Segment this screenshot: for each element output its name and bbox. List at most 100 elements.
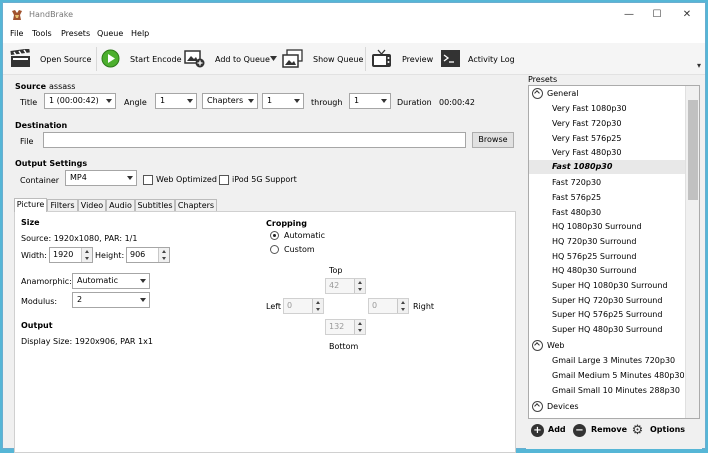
display-size: Display Size: 1920x906, PAR 1x1 — [21, 337, 153, 346]
preview-button[interactable]: Preview — [402, 55, 433, 64]
file-label: File — [20, 137, 34, 146]
close-button[interactable]: ✕ — [673, 7, 701, 23]
ipod-support-checkbox[interactable] — [219, 175, 229, 185]
menu-tools[interactable]: Tools — [32, 29, 52, 38]
anamorphic-select[interactable]: Automatic — [72, 273, 150, 289]
height-label: Height: — [95, 251, 125, 260]
range-type-select[interactable]: Chapters — [202, 93, 258, 109]
crop-automatic-radio[interactable] — [270, 231, 279, 240]
clapperboard-icon[interactable] — [10, 49, 31, 68]
minimize-button[interactable]: — — [615, 7, 643, 23]
menu-help[interactable]: Help — [131, 29, 149, 38]
tv-preview-icon[interactable] — [371, 49, 392, 68]
file-path-input[interactable] — [43, 132, 466, 148]
container-select[interactable]: MP4 — [65, 170, 137, 186]
toolbar-separator — [365, 47, 366, 71]
destination-label: Destination — [15, 121, 68, 130]
crop-bottom-stepper[interactable]: 132 — [325, 319, 366, 335]
crop-custom-label: Custom — [284, 245, 315, 254]
preset-item[interactable]: Super HQ 480p30 Surround — [552, 325, 662, 334]
presets-panel: Presets General Very Fast 1080p30 Very F… — [526, 75, 702, 449]
width-stepper[interactable]: 1920 — [49, 247, 93, 263]
modulus-select[interactable]: 2 — [72, 292, 150, 308]
anamorphic-label: Anamorphic: — [21, 277, 72, 286]
through-label: through — [311, 98, 343, 107]
web-optimized-checkbox[interactable] — [143, 175, 153, 185]
preset-group-devices[interactable]: Devices — [532, 401, 682, 413]
title-bar: HandBrake — ☐ ✕ — [3, 3, 705, 27]
preset-item[interactable]: Super HQ 576p25 Surround — [552, 310, 662, 319]
scrollbar-thumb[interactable] — [688, 100, 698, 200]
crop-custom-radio[interactable] — [270, 245, 279, 254]
crop-right-stepper[interactable]: 0 — [368, 298, 409, 314]
toolbar-overflow-icon[interactable]: ▾ — [697, 61, 701, 70]
tab-picture[interactable]: Picture — [14, 198, 47, 212]
preset-item[interactable]: Gmail Medium 5 Minutes 480p30 — [552, 371, 685, 380]
preset-item[interactable]: HQ 1080p30 Surround — [552, 222, 642, 231]
preset-item[interactable]: Very Fast 720p30 — [552, 119, 621, 128]
preset-item[interactable]: HQ 576p25 Surround — [552, 252, 636, 261]
chevron-down-icon[interactable] — [270, 56, 277, 61]
preset-item[interactable]: Gmail Small 10 Minutes 288p30 — [552, 386, 680, 395]
crop-bottom-label: Bottom — [329, 342, 359, 351]
preset-group-general[interactable]: General — [532, 88, 682, 100]
browse-button[interactable]: Browse — [472, 132, 514, 148]
menu-bar: File Tools Presets Queue Help — [3, 27, 705, 43]
preset-item[interactable]: Very Fast 480p30 — [552, 148, 621, 157]
add-to-queue-button[interactable]: Add to Queue — [215, 55, 270, 64]
toolbar: Open Source Start Encode Add to Queue Sh… — [3, 43, 705, 75]
angle-select[interactable]: 1 — [155, 93, 197, 109]
crop-left-stepper[interactable]: 0 — [283, 298, 324, 314]
preset-item[interactable]: Fast 576p25 — [552, 193, 601, 202]
preset-item[interactable]: Very Fast 576p25 — [552, 134, 621, 143]
preset-item[interactable]: Gmail Large 3 Minutes 720p30 — [552, 356, 675, 365]
menu-queue[interactable]: Queue — [97, 29, 123, 38]
preset-item[interactable]: Very Fast 1080p30 — [552, 104, 627, 113]
source-resolution: Source: 1920x1080, PAR: 1/1 — [21, 234, 138, 243]
presets-scrollbar[interactable] — [685, 86, 699, 418]
source-name: assass — [49, 82, 76, 91]
menu-file[interactable]: File — [10, 29, 23, 38]
show-queue-icon[interactable] — [282, 49, 303, 68]
add-to-queue-icon[interactable] — [184, 49, 205, 68]
preset-item[interactable]: HQ 480p30 Surround — [552, 266, 636, 275]
range-start-select[interactable]: 1 — [262, 93, 304, 109]
range-end-select[interactable]: 1 — [349, 93, 391, 109]
crop-top-label: Top — [329, 266, 343, 275]
open-source-button[interactable]: Open Source — [40, 55, 91, 64]
presets-label: Presets — [528, 75, 558, 84]
cropping-label: Cropping — [266, 219, 307, 228]
crop-top-stepper[interactable]: 42 — [325, 278, 366, 294]
handbrake-logo-icon — [12, 10, 22, 20]
collapse-icon — [532, 340, 543, 351]
picture-tab-panel: Size Source: 1920x1080, PAR: 1/1 Width: … — [14, 211, 516, 453]
maximize-button[interactable]: ☐ — [643, 7, 671, 23]
collapse-icon — [532, 401, 543, 412]
window-title: HandBrake — [29, 10, 74, 19]
activity-log-button[interactable]: Activity Log — [468, 55, 515, 64]
terminal-icon[interactable] — [440, 49, 461, 68]
preset-item[interactable]: Super HQ 1080p30 Surround — [552, 281, 668, 290]
crop-automatic-label: Automatic — [284, 231, 326, 240]
presets-list: General Very Fast 1080p30 Very Fast 720p… — [528, 85, 700, 419]
gear-icon: ⚙ — [631, 423, 644, 438]
modulus-label: Modulus: — [21, 297, 58, 306]
preset-item-selected[interactable]: Fast 1080p30 — [529, 160, 687, 174]
angle-label: Angle — [124, 98, 147, 107]
preset-group-web[interactable]: Web — [532, 340, 682, 352]
title-select[interactable]: 1 (00:00:42) — [44, 93, 116, 109]
preset-item[interactable]: Fast 480p30 — [552, 208, 601, 217]
preset-item[interactable]: Fast 720p30 — [552, 178, 601, 187]
preset-item[interactable]: HQ 720p30 Surround — [552, 237, 636, 246]
height-stepper[interactable]: 906 — [126, 247, 170, 263]
play-icon[interactable] — [100, 49, 121, 68]
main-window: HandBrake — ☐ ✕ File Tools Presets Queue… — [2, 2, 706, 453]
width-label: Width: — [21, 251, 47, 260]
ipod-support-label: iPod 5G Support — [232, 175, 297, 184]
start-encode-button[interactable]: Start Encode — [130, 55, 182, 64]
preset-item[interactable]: Super HQ 720p30 Surround — [552, 296, 662, 305]
toolbar-separator — [96, 47, 97, 71]
show-queue-button[interactable]: Show Queue — [313, 55, 363, 64]
size-label: Size — [21, 218, 40, 227]
menu-presets[interactable]: Presets — [61, 29, 90, 38]
